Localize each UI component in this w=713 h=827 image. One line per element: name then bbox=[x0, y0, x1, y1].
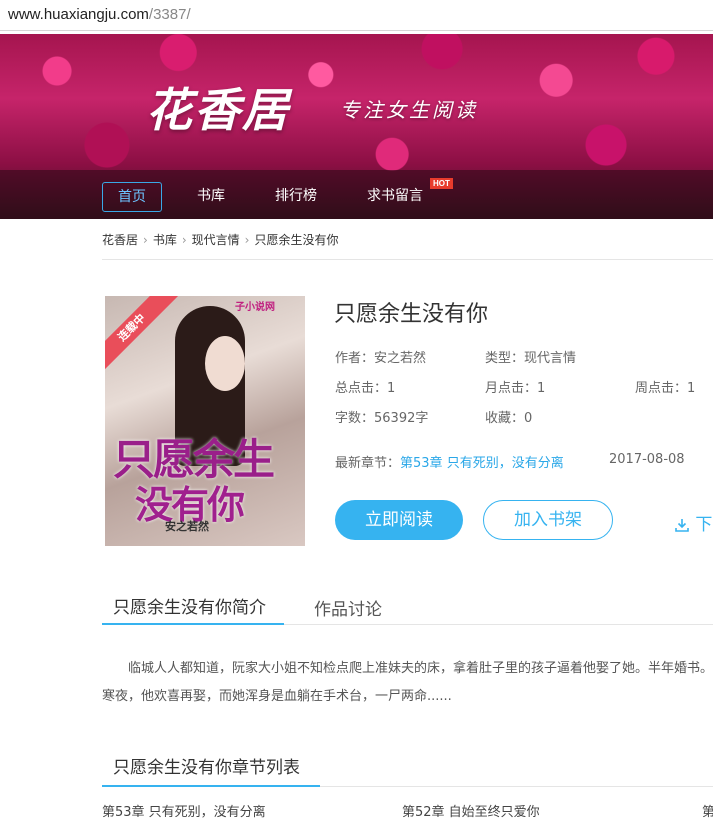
book-title: 只愿余生没有你 bbox=[334, 302, 489, 327]
book-cover[interactable]: 子小说网 只愿余生 没有你 安之若然 连载中 bbox=[105, 296, 305, 546]
download-icon bbox=[675, 519, 689, 532]
status-ribbon: 连载中 bbox=[105, 296, 178, 374]
favorites-count: 收藏：0 bbox=[485, 411, 533, 426]
url-host: www.huaxiangju.com bbox=[8, 6, 149, 23]
url-path: /3387/ bbox=[148, 6, 191, 23]
latest-chapter-label: 最新章节： bbox=[335, 456, 401, 471]
read-now-button[interactable]: 立即阅读 bbox=[335, 500, 463, 540]
tab-intro[interactable]: 只愿余生没有你简介 bbox=[113, 593, 266, 618]
latest-chapter-row: 最新章节：第53章 只有死别，没有分离 bbox=[335, 452, 564, 471]
chevron-right-icon: › bbox=[244, 233, 250, 247]
divider bbox=[102, 259, 713, 260]
cover-author: 安之若然 bbox=[165, 520, 209, 533]
nav-item-home[interactable]: 首页 bbox=[102, 182, 162, 212]
chapter-list-heading: 只愿余生没有你章节列表 bbox=[113, 758, 300, 778]
latest-chapter-date: 2017-08-08 bbox=[609, 452, 685, 467]
chapter-item[interactable]: 第53章 只有死别，没有分离 bbox=[102, 801, 266, 820]
tab-active-indicator bbox=[102, 623, 284, 625]
breadcrumb-home[interactable]: 花香居 bbox=[102, 233, 138, 247]
tab-discussion[interactable]: 作品讨论 bbox=[314, 595, 382, 620]
monthly-clicks: 月点击：1 bbox=[485, 381, 546, 396]
book-intro: 临城人人都知道，阮家大小姐不知检点爬上准妹夫的床，拿着肚子里的孩子逼着他娶了她。… bbox=[102, 661, 713, 704]
breadcrumb: 花香居 › 书库 › 现代言情 › 只愿余生没有你 bbox=[102, 231, 339, 248]
author-info[interactable]: 作者：安之若然 bbox=[335, 347, 426, 366]
download-button[interactable]: 下 bbox=[674, 510, 712, 535]
nav-item-library[interactable]: 书库 bbox=[197, 182, 225, 210]
chapter-item[interactable]: 第52章 自始至终只爱你 bbox=[402, 801, 540, 820]
chevron-right-icon: › bbox=[143, 233, 148, 247]
latest-chapter-link[interactable]: 第53章 只有死别，没有分离 bbox=[400, 456, 564, 471]
chapter-item[interactable]: 第 bbox=[702, 801, 713, 820]
cover-face bbox=[205, 336, 245, 391]
chevron-right-icon: › bbox=[181, 233, 187, 247]
nav-item-request[interactable]: 求书留言 bbox=[367, 182, 423, 210]
address-bar[interactable]: www.huaxiangju.com/3387/ bbox=[0, 0, 713, 31]
site-slogan: 专注女生阅读 bbox=[340, 98, 478, 122]
breadcrumb-category[interactable]: 现代言情 bbox=[192, 233, 240, 247]
download-label: 下 bbox=[695, 515, 713, 535]
total-clicks: 总点击：1 bbox=[335, 381, 396, 396]
cover-site-mark: 子小说网 bbox=[235, 302, 275, 313]
hot-badge: HOT bbox=[430, 178, 453, 189]
type-info: 类型：现代言情 bbox=[485, 351, 577, 366]
add-to-shelf-button[interactable]: 加入书架 bbox=[483, 500, 613, 540]
word-count: 字数：56392字 bbox=[335, 411, 429, 426]
main-nav: 首页 书库 排行榜 求书留言 bbox=[0, 170, 713, 219]
chapter-heading-indicator bbox=[102, 785, 320, 787]
breadcrumb-current: 只愿余生没有你 bbox=[254, 233, 339, 247]
breadcrumb-library[interactable]: 书库 bbox=[153, 233, 177, 247]
weekly-clicks: 周点击：1 bbox=[635, 381, 696, 396]
nav-item-ranking[interactable]: 排行榜 bbox=[275, 182, 317, 210]
site-logo[interactable]: 花香居 bbox=[146, 74, 290, 140]
url-text[interactable]: www.huaxiangju.com/3387/ bbox=[8, 6, 191, 23]
